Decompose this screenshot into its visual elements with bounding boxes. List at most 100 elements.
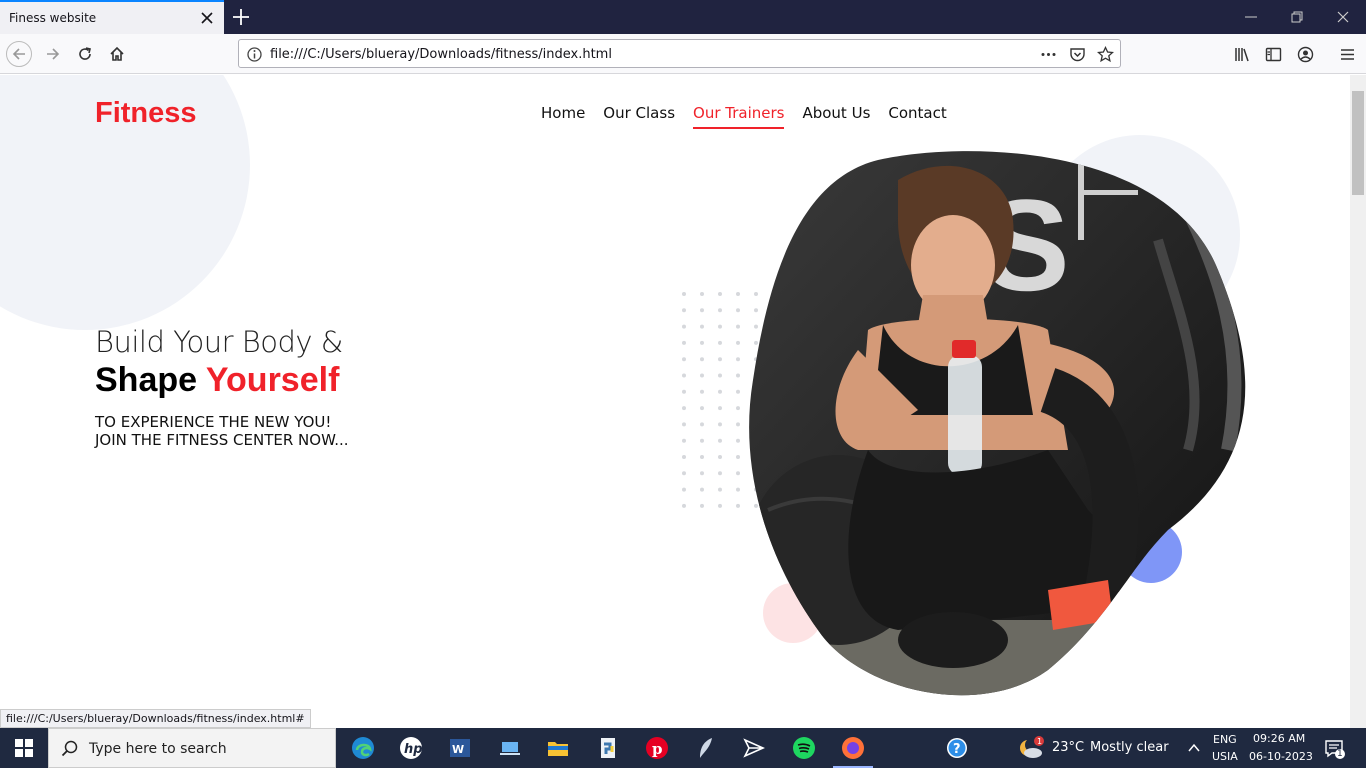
pattern-dot bbox=[718, 455, 722, 459]
browser-tab[interactable]: Finess website bbox=[0, 0, 224, 34]
pattern-dot bbox=[736, 503, 740, 508]
svg-text:W: W bbox=[452, 743, 464, 756]
pattern-dot bbox=[700, 357, 704, 362]
address-bar[interactable]: file:///C:/Users/blueray/Downloads/fitne… bbox=[238, 39, 1121, 68]
url-text[interactable]: file:///C:/Users/blueray/Downloads/fitne… bbox=[270, 47, 612, 62]
pattern-dot bbox=[736, 357, 740, 362]
weather-temp[interactable]: 23°C bbox=[1052, 740, 1084, 755]
tab-title: Finess website bbox=[9, 11, 97, 25]
start-button[interactable] bbox=[0, 728, 48, 768]
firefox-icon[interactable] bbox=[837, 732, 869, 764]
pattern-dot bbox=[682, 373, 686, 378]
pattern-dot bbox=[682, 438, 686, 443]
pinterest-icon[interactable]: p bbox=[641, 732, 673, 764]
scrollbar-thumb[interactable] bbox=[1352, 91, 1364, 195]
home-button[interactable] bbox=[104, 41, 130, 67]
pattern-dot bbox=[718, 340, 722, 345]
pattern-dot bbox=[718, 503, 722, 508]
pattern-dot bbox=[700, 373, 704, 378]
pattern-dot bbox=[718, 292, 722, 296]
pattern-dot bbox=[700, 389, 704, 394]
pattern-dot bbox=[736, 340, 740, 345]
pattern-dot bbox=[700, 471, 704, 476]
help-icon[interactable]: ? bbox=[941, 732, 973, 764]
bookmark-star-icon[interactable] bbox=[1097, 46, 1114, 63]
laptop-icon[interactable] bbox=[494, 732, 526, 764]
status-link-text: file:///C:/Users/blueray/Downloads/fitne… bbox=[0, 709, 311, 728]
chevron-up-icon[interactable] bbox=[1187, 742, 1201, 754]
file-explorer-icon[interactable] bbox=[542, 732, 574, 764]
pattern-dot bbox=[718, 324, 722, 329]
pattern-dot bbox=[700, 422, 704, 427]
keyboard-layout[interactable]: USIA bbox=[1212, 750, 1238, 763]
clock-time[interactable]: 09:26 AM bbox=[1253, 732, 1305, 745]
nav-our-trainers[interactable]: Our Trainers bbox=[693, 104, 785, 129]
minimize-icon[interactable] bbox=[1243, 9, 1259, 25]
pattern-dot bbox=[736, 471, 740, 476]
pattern-dot bbox=[700, 438, 704, 443]
windows-taskbar: Type here to search hp W p ? 1 23°C Most… bbox=[0, 728, 1366, 768]
send-icon[interactable] bbox=[738, 732, 770, 764]
close-tab-icon[interactable] bbox=[199, 10, 215, 26]
web-page: Fitness Home Our Class Our Trainers Abou… bbox=[0, 75, 1350, 728]
pattern-dot bbox=[682, 292, 686, 296]
pattern-dot bbox=[682, 455, 686, 459]
weather-badge: 1 bbox=[1037, 737, 1043, 746]
nav-our-class[interactable]: Our Class bbox=[603, 104, 675, 129]
hero-subtitle-line1: TO EXPERIENCE THE NEW YOU! bbox=[95, 413, 332, 431]
feather-icon[interactable] bbox=[690, 732, 722, 764]
pocket-icon[interactable] bbox=[1069, 46, 1086, 63]
notification-count: 1 bbox=[1337, 749, 1343, 759]
pattern-dot bbox=[736, 487, 740, 492]
restore-icon[interactable] bbox=[1289, 9, 1305, 25]
pattern-dot bbox=[736, 422, 740, 427]
python-icon[interactable] bbox=[592, 732, 624, 764]
pattern-dot bbox=[682, 389, 686, 394]
main-nav: Home Our Class Our Trainers About Us Con… bbox=[541, 104, 965, 129]
weather-text[interactable]: Mostly clear bbox=[1090, 740, 1169, 755]
pattern-dot bbox=[700, 487, 704, 492]
library-icon[interactable] bbox=[1234, 46, 1251, 63]
back-button[interactable] bbox=[6, 41, 32, 67]
taskbar-search[interactable]: Type here to search bbox=[48, 728, 336, 768]
forward-arrow-icon bbox=[47, 48, 60, 60]
pattern-dot bbox=[736, 324, 740, 329]
windows-logo-icon bbox=[15, 739, 33, 757]
pattern-dot bbox=[736, 308, 740, 313]
spotify-icon[interactable] bbox=[788, 732, 820, 764]
nav-about-us[interactable]: About Us bbox=[802, 104, 870, 129]
lang-code[interactable]: ENG bbox=[1213, 733, 1237, 746]
nav-home[interactable]: Home bbox=[541, 104, 585, 129]
pattern-dot bbox=[682, 503, 686, 508]
close-window-icon[interactable] bbox=[1335, 9, 1351, 25]
info-icon[interactable] bbox=[246, 46, 263, 63]
pattern-dot bbox=[736, 438, 740, 443]
hp-icon[interactable]: hp bbox=[395, 732, 427, 764]
hamburger-menu-icon[interactable] bbox=[1339, 46, 1356, 63]
pattern-dot bbox=[718, 438, 722, 443]
pattern-dot bbox=[700, 455, 704, 459]
pattern-dot bbox=[682, 324, 686, 329]
pattern-dot bbox=[700, 503, 704, 508]
word-icon[interactable]: W bbox=[444, 732, 476, 764]
pattern-dot bbox=[736, 389, 740, 394]
reload-button[interactable] bbox=[72, 41, 98, 67]
account-icon[interactable] bbox=[1297, 46, 1314, 63]
pattern-dot bbox=[736, 373, 740, 378]
pattern-dot bbox=[718, 471, 722, 476]
sidebar-icon[interactable] bbox=[1265, 46, 1282, 63]
more-actions-icon[interactable] bbox=[1040, 46, 1057, 63]
page-scrollbar[interactable] bbox=[1350, 75, 1366, 728]
forward-button[interactable] bbox=[40, 41, 66, 67]
pattern-dot bbox=[736, 292, 740, 296]
hero-heading-line2: Shape Yourself bbox=[95, 361, 339, 400]
clock-date[interactable]: 06-10-2023 bbox=[1249, 750, 1313, 763]
edge-icon[interactable] bbox=[347, 732, 379, 764]
hero-heading-red: Yourself bbox=[205, 361, 340, 399]
pattern-dot bbox=[718, 389, 722, 394]
svg-text:hp: hp bbox=[404, 742, 423, 757]
pattern-dot bbox=[718, 308, 722, 313]
new-tab-icon[interactable] bbox=[230, 6, 252, 28]
nav-contact[interactable]: Contact bbox=[888, 104, 946, 129]
site-logo[interactable]: Fitness bbox=[95, 97, 197, 130]
